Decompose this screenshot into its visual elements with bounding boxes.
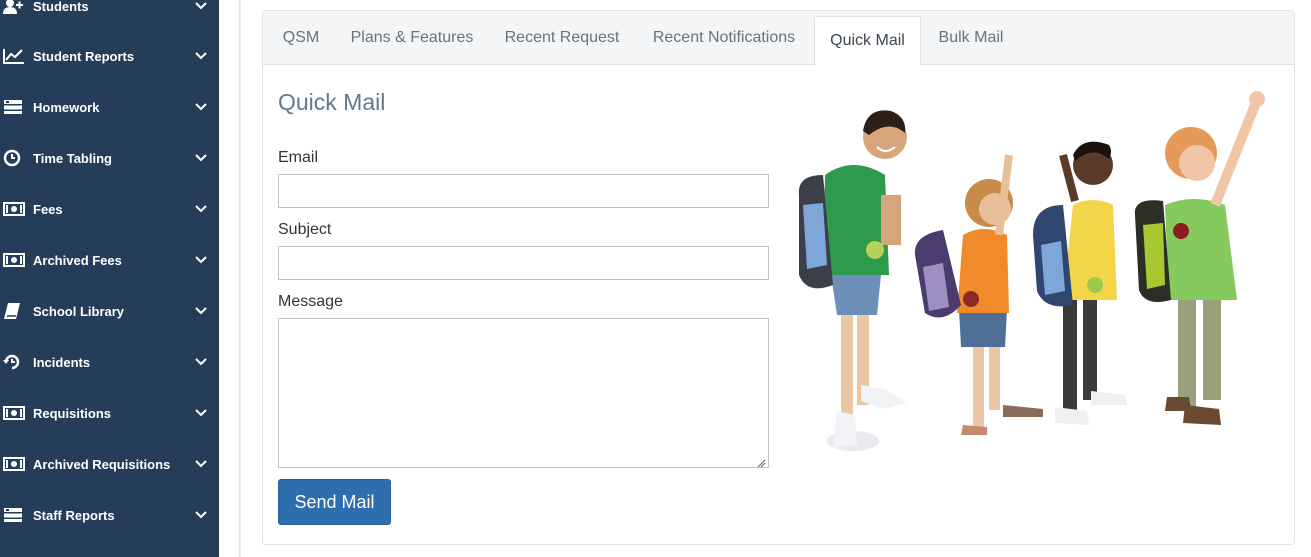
sidebar-divider (219, 0, 240, 557)
tab-bar: QSM Plans & Features Recent Request Rece… (263, 11, 1294, 66)
page-title: Quick Mail (278, 89, 386, 115)
tab-recent-request[interactable]: Recent Request (493, 11, 631, 65)
sidebar-item-fees[interactable]: Fees (0, 189, 219, 229)
tab-quick-mail[interactable]: Quick Mail (814, 16, 921, 66)
child-3-figure (1033, 141, 1127, 425)
subject-field[interactable] (278, 246, 769, 280)
subject-label: Subject (278, 221, 332, 238)
email-label: Email (278, 149, 319, 166)
tab-bulk-mail[interactable]: Bulk Mail (927, 11, 1015, 65)
money-icon (0, 202, 33, 216)
chevron-down-icon (183, 307, 219, 315)
sidebar-item-label: Fees (33, 201, 63, 217)
chevron-down-icon (183, 103, 219, 111)
sidebar-item-label: Homework (33, 99, 100, 115)
chevron-down-icon (183, 358, 219, 366)
sidebar-item-label: Archived Fees (33, 252, 122, 268)
book-icon (0, 302, 33, 320)
sidebar-item-staff-reports[interactable]: Staff Reports (0, 495, 219, 535)
sidebar-item-label: Staff Reports (33, 507, 115, 523)
tab-recent-notifications[interactable]: Recent Notifications (639, 11, 809, 65)
sidebar-item-label: Time Tabling (33, 150, 112, 166)
sidebar-item-archived-requisitions[interactable]: Archived Requisitions (0, 444, 219, 484)
chevron-down-icon (183, 2, 219, 10)
chevron-down-icon (183, 409, 219, 417)
sidebar-item-incidents[interactable]: Incidents (0, 342, 219, 382)
sidebar-item-label: Students (33, 0, 89, 14)
child-4-figure (1134, 91, 1265, 425)
sidebar-item-time-tabling[interactable]: Time Tabling (0, 138, 219, 178)
tab-plans-features[interactable]: Plans & Features (339, 11, 485, 65)
resize-handle-icon[interactable] (757, 455, 766, 473)
chevron-down-icon (183, 154, 219, 162)
chevron-down-icon (183, 460, 219, 468)
child-2-figure (914, 154, 1043, 435)
clock-icon (0, 149, 33, 167)
sidebar-item-label: Archived Requisitions (33, 456, 171, 472)
chevron-down-icon (183, 511, 219, 519)
children-backpacks-illustration (798, 91, 1265, 451)
sidebar-item-students[interactable]: Students (0, 0, 219, 26)
money-icon (0, 253, 33, 267)
line-chart-icon (0, 48, 33, 64)
sidebar-item-archived-fees[interactable]: Archived Fees (0, 240, 219, 280)
tasks-icon (0, 507, 33, 523)
message-field[interactable] (278, 318, 769, 468)
history-icon (0, 353, 33, 371)
chevron-down-icon (183, 52, 219, 60)
tab-qsm[interactable]: QSM (269, 11, 333, 65)
sidebar-item-label: School Library (33, 303, 125, 319)
chevron-down-icon (183, 205, 219, 213)
email-field[interactable] (278, 174, 769, 208)
sidebar: Students Student Reports Homework Time T… (0, 0, 219, 557)
sidebar-item-label: Incidents (33, 354, 91, 370)
sidebar-item-requisitions[interactable]: Requisitions (0, 393, 219, 433)
chevron-down-icon (183, 256, 219, 264)
money-icon (0, 406, 33, 420)
message-label: Message (278, 293, 343, 310)
tasks-icon (0, 99, 33, 115)
user-plus-icon (0, 0, 33, 14)
sidebar-item-homework[interactable]: Homework (0, 87, 219, 127)
sidebar-item-label: Requisitions (33, 405, 112, 421)
sidebar-item-label: Student Reports (33, 48, 135, 64)
send-mail-button[interactable]: Send Mail (278, 479, 391, 525)
money-icon (0, 457, 33, 471)
quick-mail-panel: QSM Plans & Features Recent Request Rece… (262, 10, 1295, 545)
child-1-figure (798, 110, 907, 451)
sidebar-item-student-reports[interactable]: Student Reports (0, 36, 219, 76)
sidebar-item-school-library[interactable]: School Library (0, 291, 219, 331)
